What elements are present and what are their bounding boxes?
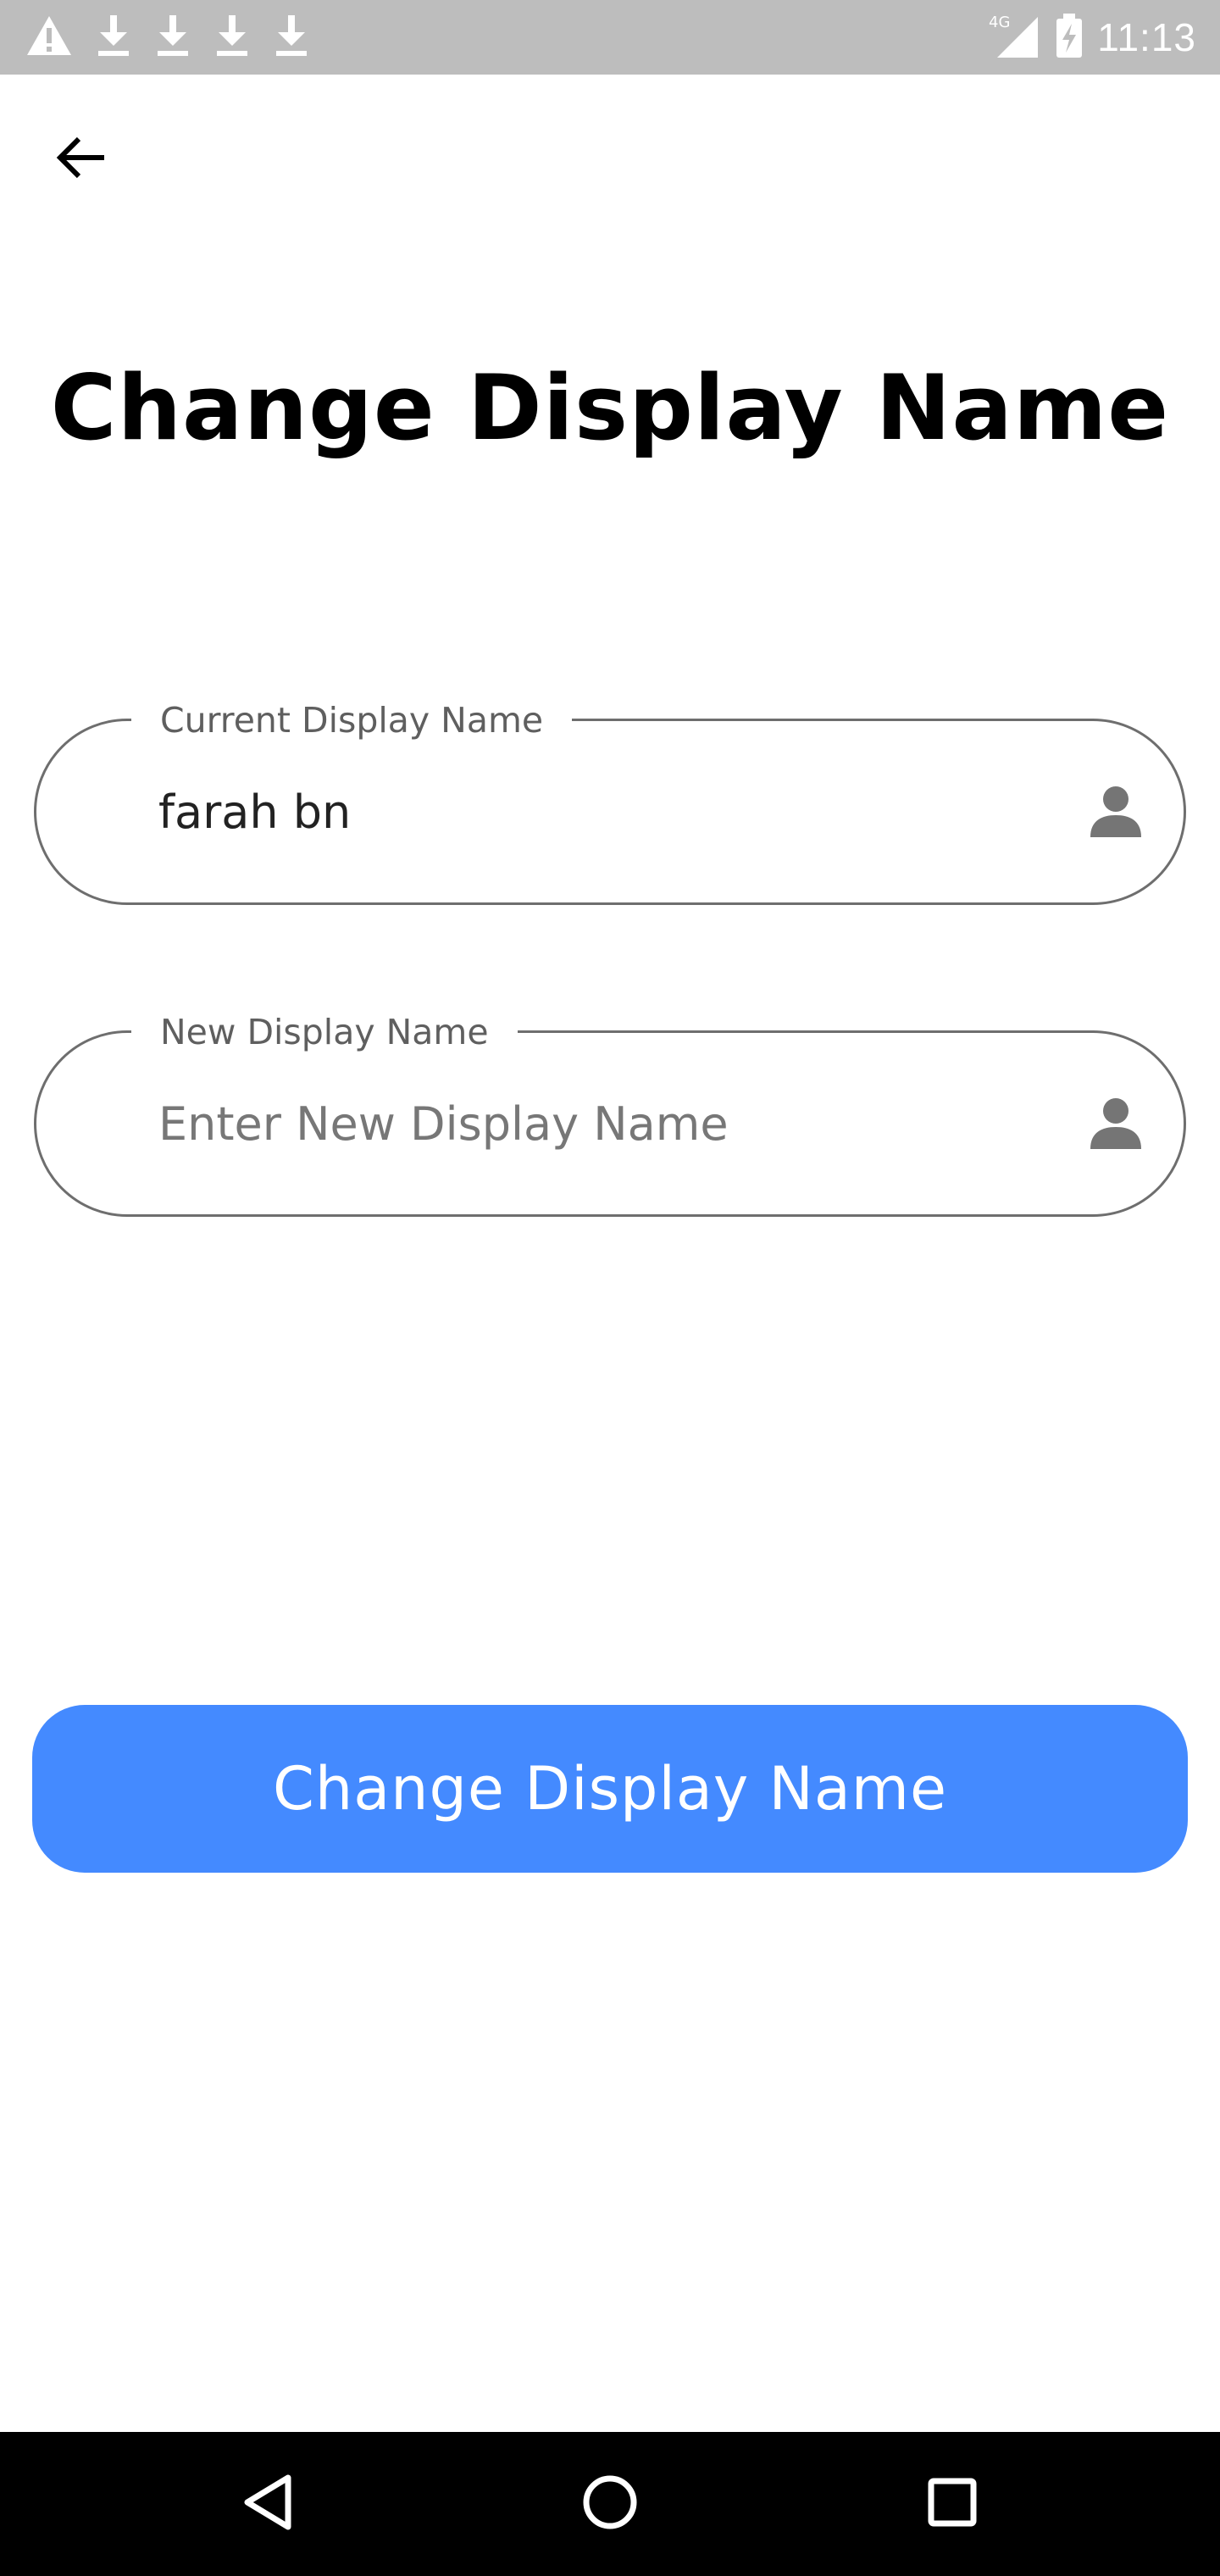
notification-icons xyxy=(25,12,310,63)
new-display-name-field[interactable]: New Display Name xyxy=(34,1011,1186,1217)
status-bar: 4G 11:13 xyxy=(0,0,1220,75)
person-icon xyxy=(1087,1095,1145,1152)
download-icon xyxy=(95,14,132,62)
status-indicators: 4G 11:13 xyxy=(987,12,1196,63)
nav-back-button[interactable] xyxy=(225,2462,310,2546)
recents-square-icon xyxy=(926,2476,979,2533)
back-button[interactable] xyxy=(41,119,122,200)
download-icon xyxy=(154,14,191,62)
status-time: 11:13 xyxy=(1097,15,1196,59)
back-triangle-icon xyxy=(241,2473,295,2536)
home-circle-icon xyxy=(581,2473,639,2535)
warning-icon xyxy=(25,14,73,61)
nav-recents-button[interactable] xyxy=(910,2462,995,2546)
current-display-name-value[interactable]: farah bn xyxy=(158,721,1006,902)
current-display-name-field[interactable]: Current Display Name farah bn xyxy=(34,699,1186,905)
signal-icon: 4G xyxy=(987,12,1041,64)
download-icon xyxy=(214,14,251,62)
change-display-name-button[interactable]: Change Display Name xyxy=(32,1705,1188,1873)
person-icon xyxy=(1087,783,1145,841)
new-display-name-input[interactable] xyxy=(158,1033,1006,1214)
arrow-left-icon xyxy=(55,136,108,184)
download-icon xyxy=(273,14,310,62)
nav-home-button[interactable] xyxy=(568,2462,652,2546)
page-title: Change Display Name xyxy=(50,356,1170,460)
navigation-bar xyxy=(0,2432,1220,2576)
battery-charging-icon xyxy=(1055,12,1084,64)
network-type-label: 4G xyxy=(989,14,1010,31)
